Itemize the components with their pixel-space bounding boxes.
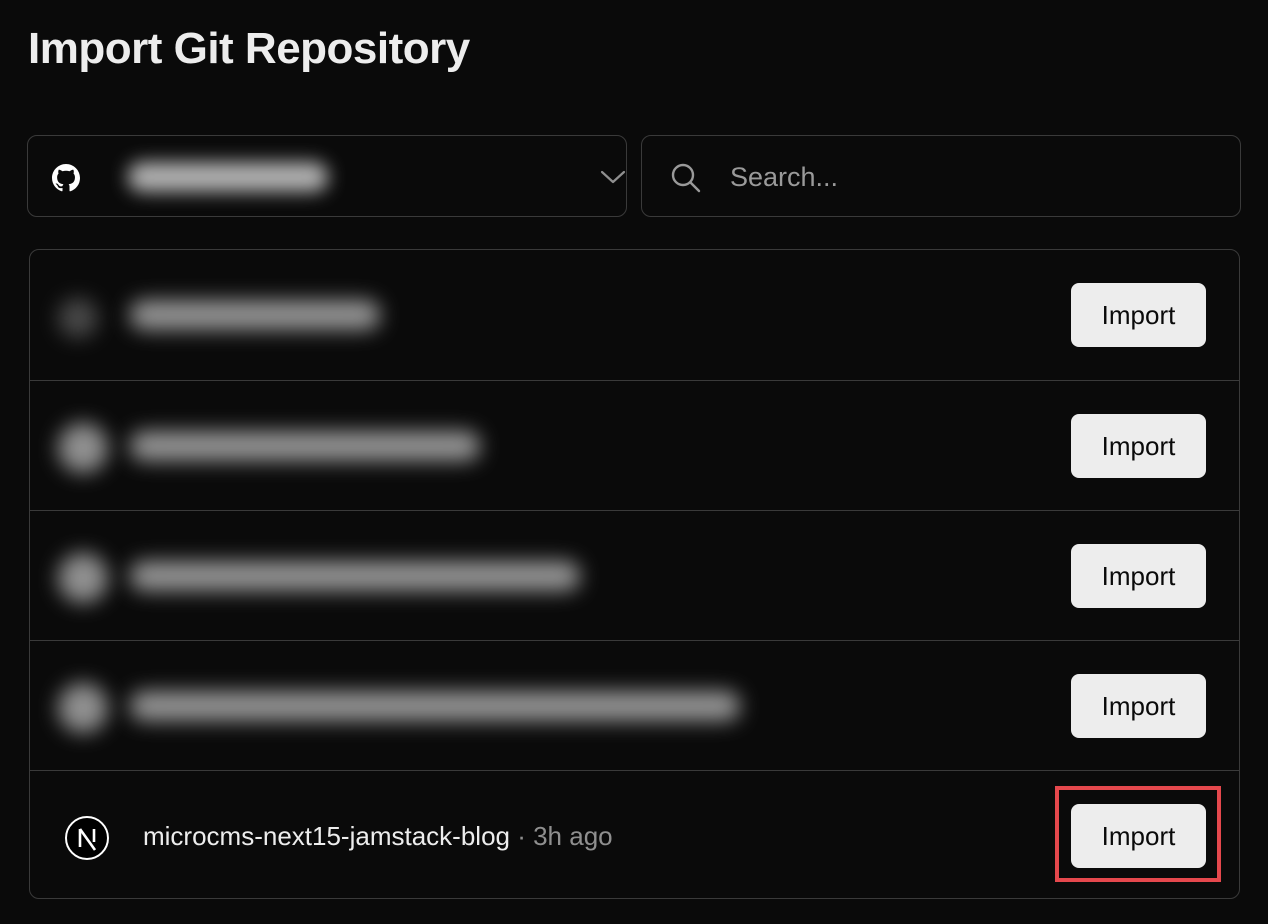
selected-account-label: •••••••• bbox=[128, 162, 328, 192]
repository-name: microcms-next15-jamstack-blog · 3h ago bbox=[143, 821, 613, 852]
github-icon bbox=[52, 164, 80, 192]
repository-name: ••••••••••••• bbox=[130, 561, 580, 591]
search-input[interactable] bbox=[730, 156, 1210, 198]
repository-name: ••••••••••• bbox=[130, 431, 480, 461]
repository-row: •••••••••••••• Import bbox=[30, 640, 1239, 770]
repository-row: ••••••••••• Import bbox=[30, 380, 1239, 510]
import-button[interactable]: Import bbox=[1071, 674, 1206, 738]
repository-row: ••••••••••••• Import bbox=[30, 510, 1239, 640]
repository-icon bbox=[58, 423, 108, 473]
repository-title: microcms-next15-jamstack-blog bbox=[143, 821, 510, 851]
repository-icon bbox=[58, 553, 108, 603]
git-scope-select[interactable]: •••••••• bbox=[27, 135, 627, 217]
import-button[interactable]: Import bbox=[1071, 283, 1206, 347]
repository-name: •••••••••••••• bbox=[130, 691, 740, 721]
import-button[interactable]: Import bbox=[1071, 544, 1206, 608]
page-title: Import Git Repository bbox=[28, 24, 470, 73]
repository-icon bbox=[58, 683, 108, 733]
import-button[interactable]: Import bbox=[1071, 414, 1206, 478]
repository-updated-time: · 3h ago bbox=[517, 821, 613, 851]
repository-name: •••••••••• bbox=[130, 300, 380, 330]
repository-row: •••••••••• Import bbox=[30, 250, 1239, 380]
chevron-down-icon bbox=[600, 170, 626, 184]
search-field[interactable] bbox=[641, 135, 1241, 217]
search-icon bbox=[671, 163, 701, 193]
nextjs-icon bbox=[65, 816, 109, 860]
highlight-annotation bbox=[1055, 786, 1221, 882]
repository-icon bbox=[58, 298, 98, 338]
